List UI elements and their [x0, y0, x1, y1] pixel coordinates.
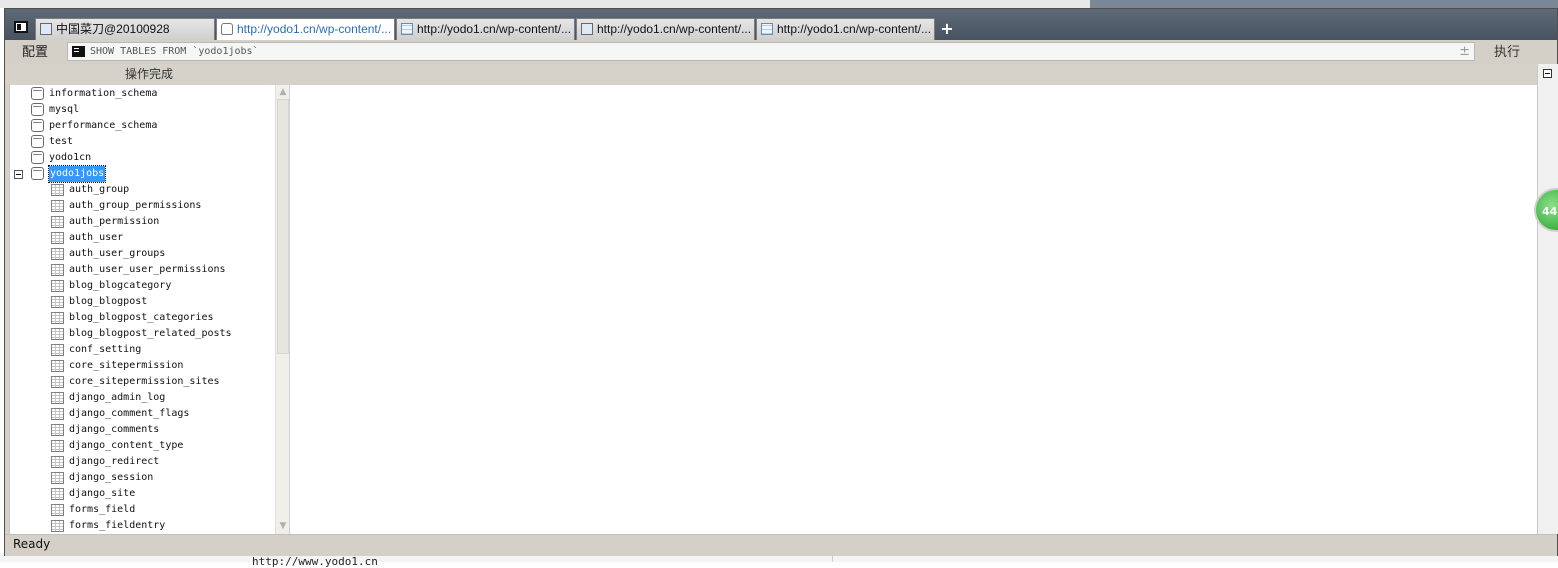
table-icon	[51, 232, 64, 244]
table-icon	[51, 424, 64, 436]
database-icon	[221, 23, 233, 35]
sql-query-input[interactable]	[90, 43, 1450, 60]
collapse-node-icon[interactable]	[14, 170, 23, 179]
tree-item-label: django_site	[69, 488, 136, 499]
tab-label: http://yodo1.cn/wp-content/...	[597, 22, 752, 36]
tree-item-label: blog_blogpost_categories	[69, 312, 214, 323]
new-tab-button[interactable]: +	[937, 20, 957, 38]
tree-item-label: django_comments	[69, 424, 160, 435]
tree-item-label: django_comment_flags	[69, 408, 190, 419]
tab-0[interactable]: 中国菜刀@20100928	[35, 18, 215, 40]
right-side-strip	[1537, 64, 1558, 534]
tree-item-label: performance_schema	[49, 120, 158, 131]
tree-item-label: django_admin_log	[69, 392, 166, 403]
tree-item-label: django_session	[69, 472, 154, 483]
database-icon	[31, 87, 44, 100]
operation-message-bar: 操作完成	[5, 64, 1537, 85]
window-icon	[40, 23, 52, 35]
table-icon	[51, 344, 64, 356]
terminal-icon	[72, 46, 85, 57]
scroll-up-arrow-icon[interactable]: ▲	[277, 86, 289, 99]
scrollbar-thumb[interactable]	[277, 99, 289, 354]
panel-icon	[14, 21, 28, 33]
toolbar: 配置 ± 执行	[5, 40, 1557, 64]
tree-item-label: mysql	[49, 104, 80, 115]
tree-item-label: blog_blogcategory	[69, 280, 172, 291]
table-icon	[51, 360, 64, 372]
tab-label: 中国菜刀@20100928	[56, 22, 170, 36]
database-tree: information_schemamysql performance_schem…	[9, 85, 276, 534]
tab-4[interactable]: http://yodo1.cn/wp-content/...	[756, 18, 935, 40]
tree-item-label: auth_user	[69, 232, 124, 243]
sql-input-box: ±	[67, 42, 1475, 61]
tree-scrollbar[interactable]: ▲ ▼	[275, 85, 290, 534]
table-icon	[51, 520, 64, 532]
database-icon	[31, 135, 44, 148]
execute-button[interactable]: 执行	[1481, 42, 1533, 61]
tree-item-label: django_content_type	[69, 440, 184, 451]
table-icon	[51, 248, 64, 260]
tree-item-label: core_sitepermission	[69, 360, 184, 371]
tree-item-label: auth_user_user_permissions	[69, 264, 226, 275]
database-icon	[31, 119, 44, 132]
table-icon	[51, 408, 64, 420]
table-icon	[761, 23, 773, 35]
tree-item-label: blog_blogpost_related_posts	[69, 328, 232, 339]
config-button[interactable]: 配置	[13, 43, 57, 61]
tree-item-label: auth_user_groups	[69, 248, 166, 259]
table-icon	[51, 200, 64, 212]
table-icon	[51, 472, 64, 484]
sidebar-toggle-button[interactable]	[11, 18, 33, 38]
tab-label: http://yodo1.cn/wp-content/...	[237, 22, 392, 36]
tab-bar: 中国菜刀@20100928 http://yodo1.cn/wp-content…	[5, 9, 1557, 40]
table-icon	[51, 264, 64, 276]
tree-item-label: information_schema	[49, 88, 158, 99]
table-icon	[401, 23, 413, 35]
table-icon	[51, 184, 64, 196]
tree-item-label: auth_group	[69, 184, 130, 195]
tree-item-label: conf_setting	[69, 344, 142, 355]
table-icon	[51, 280, 64, 292]
tree-item-label: yodo1jobs	[47, 165, 107, 183]
tab-label: http://yodo1.cn/wp-content/...	[417, 22, 572, 36]
table-icon	[51, 376, 64, 388]
database-icon	[31, 151, 44, 164]
tree-item-label: core_sitepermission_sites	[69, 376, 220, 387]
tree-item-label: test	[49, 136, 74, 147]
expand-input-button[interactable]: ±	[1459, 44, 1470, 59]
table-icon	[51, 216, 64, 228]
table-icon	[51, 328, 64, 340]
status-bar: Ready	[5, 534, 1557, 556]
tree-item-label: yodo1cn	[49, 152, 92, 163]
tree-item-label: blog_blogpost	[69, 296, 148, 307]
table-icon	[51, 296, 64, 308]
tab-3[interactable]: http://yodo1.cn/wp-content/...	[576, 18, 755, 40]
table-icon	[51, 488, 64, 500]
app-window: 中国菜刀@20100928 http://yodo1.cn/wp-content…	[4, 8, 1558, 556]
status-text: Ready	[13, 537, 51, 551]
desktop-background	[0, 0, 1558, 8]
tree-item-label: auth_permission	[69, 216, 160, 227]
results-panel	[289, 85, 1538, 534]
tab-1[interactable]: http://yodo1.cn/wp-content/...	[216, 18, 395, 40]
database-icon	[31, 103, 44, 116]
table-icon	[51, 440, 64, 452]
tab-label: http://yodo1.cn/wp-content/...	[777, 22, 932, 36]
tree-item-label: auth_group_permissions	[69, 200, 202, 211]
table-icon	[51, 456, 64, 468]
tab-2[interactable]: http://yodo1.cn/wp-content/...	[396, 18, 575, 40]
tree-item-label: django_redirect	[69, 456, 160, 467]
collapse-icon[interactable]	[1543, 69, 1552, 78]
table-icon	[51, 312, 64, 324]
scroll-down-arrow-icon[interactable]: ▼	[277, 520, 289, 533]
operation-message: 操作完成	[125, 67, 174, 81]
table-icon	[51, 504, 64, 516]
database-icon	[31, 167, 44, 180]
tree-item-label: forms_fieldentry	[69, 520, 166, 531]
table-icon	[51, 392, 64, 404]
tree-item-label: forms_field	[69, 504, 136, 515]
file-icon	[581, 23, 593, 35]
